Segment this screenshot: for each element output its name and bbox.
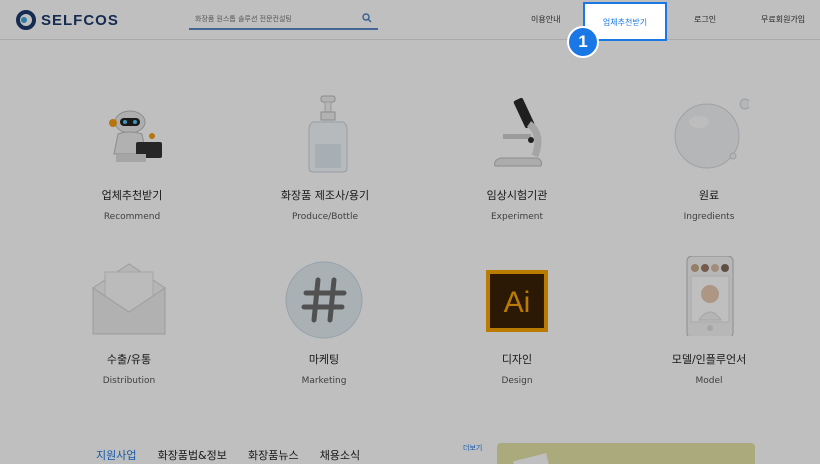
- robot-icon: [109, 110, 162, 162]
- category-subtitle: Distribution: [102, 376, 156, 386]
- logo-mark-icon: [16, 10, 36, 30]
- more-link[interactable]: 더보기: [463, 443, 482, 453]
- category-title: 모델/인플루언서: [671, 353, 747, 366]
- envelope-icon: [92, 263, 166, 335]
- promo-banner[interactable]: [497, 443, 755, 464]
- tab-law-info[interactable]: 화장품법&정보: [158, 447, 227, 463]
- category-title: 수출/유통: [106, 353, 152, 366]
- dim-overlay: [0, 0, 820, 464]
- category-subtitle: Experiment: [490, 212, 543, 222]
- category-title: 마케팅: [308, 353, 340, 366]
- phone-profile-icon: [686, 256, 734, 336]
- nav-login[interactable]: 로그인: [694, 14, 716, 25]
- nav-guide[interactable]: 이용안내: [531, 14, 560, 25]
- category-title: 원료: [698, 189, 720, 202]
- search-input[interactable]: [189, 11, 354, 27]
- svg-text:Ai: Ai: [504, 286, 531, 319]
- category-subtitle: Ingredients: [683, 212, 735, 222]
- bubble-icon: [674, 98, 749, 169]
- site-logo[interactable]: SELFCOS: [16, 10, 119, 30]
- search-icon[interactable]: [362, 13, 372, 23]
- category-subtitle: Produce/Bottle: [292, 212, 358, 222]
- search-bar: [189, 10, 378, 30]
- category-subtitle: Model: [695, 376, 723, 386]
- tab-support[interactable]: 지원사업: [96, 447, 136, 463]
- nav-recommend-label: 업체추천받기: [602, 18, 648, 27]
- news-tabs: 지원사업 화장품법&정보 화장품뉴스 채용소식: [96, 444, 376, 463]
- microscope-icon: [494, 97, 542, 167]
- category-title: 디자인: [501, 353, 533, 366]
- logo-text: SELFCOS: [41, 11, 119, 29]
- tab-news[interactable]: 화장품뉴스: [248, 447, 299, 463]
- category-title: 임상시험기관: [486, 189, 548, 202]
- tab-jobs[interactable]: 채용소식: [320, 447, 360, 463]
- pump-bottle-icon: [308, 95, 348, 173]
- category-subtitle: Recommend: [103, 212, 161, 222]
- category-title: 업체추천받기: [101, 189, 163, 202]
- step-badge: 1: [567, 26, 599, 58]
- site-header: SELFCOS 이용안내 로그인 무료회원가입: [0, 0, 820, 40]
- category-subtitle: Marketing: [301, 376, 347, 386]
- nav-signup[interactable]: 무료회원가입: [761, 14, 805, 25]
- illustrator-icon: Ai: [486, 270, 548, 332]
- category-subtitle: Design: [501, 376, 533, 386]
- hashtag-icon: [285, 261, 363, 339]
- category-title: 화장품 제조사/용기: [280, 189, 370, 202]
